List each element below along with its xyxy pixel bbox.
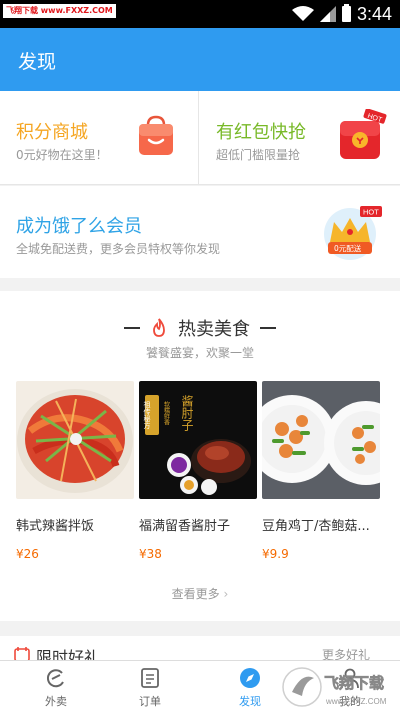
status-bar: 飞翔下载 www.FXXZ.COM 3:44: [0, 0, 400, 28]
wifi-icon: [291, 6, 314, 21]
points-mall-subtitle: 0元好物在这里！: [16, 148, 108, 162]
tab-label: 订单: [139, 695, 161, 708]
hot-food-header: 热卖美食: [0, 315, 400, 341]
status-icons: 3:44: [291, 3, 392, 25]
watermark-url-text: www.FXXZ.COM: [325, 697, 387, 706]
chevron-right-icon: ›: [223, 587, 229, 601]
vip-hot-badge: HOT: [363, 208, 379, 217]
food-price: ¥26: [16, 547, 39, 561]
signal-icon: [319, 6, 336, 22]
divider: [260, 327, 276, 329]
red-packet-icon: HOT: [340, 109, 387, 159]
food-image: 祖传秘方 软糯鲜香 酱肘子: [139, 381, 257, 499]
hot-food-subtitle: 饕餮盛宴，欢聚一堂: [145, 346, 254, 360]
food-name: 韩式辣酱拌饭: [16, 519, 95, 534]
points-mall-card[interactable]: 积分商城 0元好物在这里！: [0, 91, 199, 184]
tab-discover[interactable]: 发现: [210, 661, 290, 712]
view-more-link[interactable]: 查看更多 ›: [0, 585, 400, 602]
tab-orders[interactable]: 订单: [110, 661, 190, 712]
battery-icon: [341, 4, 351, 22]
red-packet-card[interactable]: 有红包快抢 超低门槛限量抢 HOT: [200, 91, 400, 184]
food-card[interactable]: 韩式辣酱拌饭 ¥26: [16, 381, 134, 561]
vip-title: 成为饿了么会员: [16, 216, 142, 237]
tab-label: 发现: [239, 695, 261, 708]
page-title: 发现: [18, 51, 57, 73]
ele-logo-icon: [46, 669, 64, 688]
red-packet-title: 有红包快抢: [216, 122, 306, 143]
food-image: [16, 381, 134, 499]
food-card[interactable]: 豆角鸡丁/杏鲍菇... ¥9.9: [262, 381, 380, 561]
hot-food-section: 热卖美食 饕餮盛宴，欢聚一堂 韩式辣酱拌饭 ¥26 祖传秘方 软糯鲜香 酱肘子 …: [0, 291, 400, 621]
food-price: ¥38: [139, 547, 162, 561]
vip-badge-label: 0元配送: [334, 243, 362, 253]
divider: [124, 327, 140, 329]
food-name: 福满留香酱肘子: [139, 519, 231, 534]
food-name: 豆角鸡丁/杏鲍菇...: [262, 519, 370, 534]
image-title-text: 酱肘子: [180, 394, 194, 431]
hot-food-title: 热卖美食: [178, 319, 250, 340]
promo-row: 积分商城 0元好物在这里！ 有红包快抢 超低门槛限量抢 HOT: [0, 91, 400, 185]
food-price: ¥9.9: [262, 547, 289, 561]
image-tag-text: 祖传秘方: [143, 400, 151, 430]
clock: 3:44: [356, 3, 392, 24]
vip-subtitle: 全城免配送费，更多会员特权等你发现: [16, 242, 221, 256]
tab-takeout[interactable]: 外卖: [16, 661, 96, 712]
site-logo-watermark: 飞翔下载 www.FXXZ.COM: [282, 667, 387, 707]
app-bar: 发现: [0, 28, 400, 91]
crown-icon: 0元配送 HOT: [324, 206, 382, 260]
food-card[interactable]: 祖传秘方 软糯鲜香 酱肘子 福满留香酱肘子 ¥38: [139, 381, 257, 561]
image-tag-text-2: 软糯鲜香: [163, 400, 170, 426]
flame-icon: [153, 318, 165, 337]
compass-icon: [240, 668, 260, 688]
order-list-icon: [141, 668, 159, 688]
view-more-label: 查看更多: [171, 587, 220, 601]
food-image: [262, 381, 380, 499]
points-mall-title: 积分商城: [16, 122, 88, 143]
site-watermark: 飞翔下载 www.FXXZ.COM: [3, 4, 116, 18]
shopping-bag-icon: [139, 115, 173, 155]
vip-membership-card[interactable]: 成为饿了么会员 全城免配送费，更多会员特权等你发现 0元配送 HOT: [0, 186, 400, 278]
tab-label: 外卖: [45, 695, 67, 708]
red-packet-subtitle: 超低门槛限量抢: [216, 148, 301, 162]
watermark-brand-text: 飞翔下载: [324, 674, 384, 692]
